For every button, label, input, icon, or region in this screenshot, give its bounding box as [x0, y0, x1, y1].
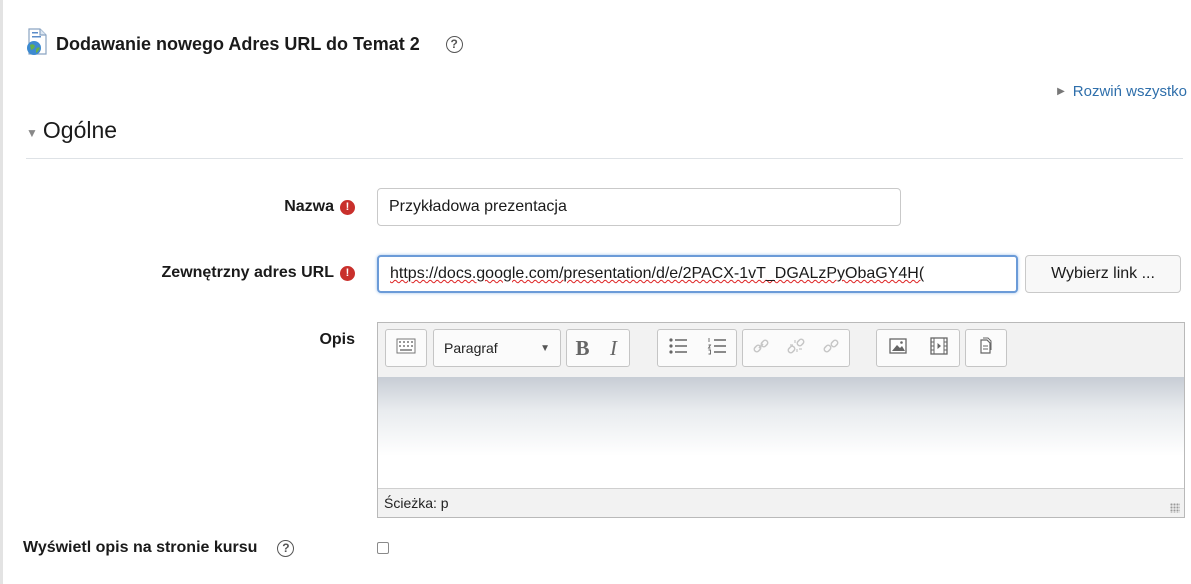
editor-toolbar: Paragraf ▼ B I: [378, 323, 1184, 378]
keyboard-icon: [396, 337, 416, 360]
bullet-list-icon: [668, 337, 688, 360]
url-input[interactable]: https://docs.google.com/presentation/d/e…: [377, 255, 1018, 293]
description-label-text: Opis: [319, 331, 355, 348]
anchor-link-icon: [822, 337, 840, 360]
toolbar-group-links: [742, 329, 850, 367]
bold-icon: B: [575, 335, 590, 360]
numbered-list-icon: [707, 337, 727, 360]
caret-down-icon: ▼: [26, 125, 38, 140]
name-input[interactable]: [377, 188, 901, 226]
caret-right-icon: ▶: [1057, 86, 1065, 97]
unlink-button[interactable]: [782, 330, 810, 366]
choose-link-button[interactable]: Wybierz link ...: [1025, 255, 1181, 293]
insert-image-button[interactable]: [884, 330, 912, 366]
media-icon: [929, 336, 948, 360]
anchor-button[interactable]: [817, 330, 845, 366]
name-label: Nazwa !: [284, 198, 355, 216]
section-header[interactable]: ▼ Ogólne: [26, 117, 117, 144]
numbered-list-button[interactable]: [703, 330, 731, 366]
help-icon[interactable]: ?: [445, 35, 463, 53]
description-editor[interactable]: Paragraf ▼ B I Ścieżka: p: [377, 322, 1185, 518]
link-icon: [752, 337, 770, 360]
name-label-text: Nazwa: [284, 198, 334, 215]
required-icon: !: [340, 199, 355, 215]
left-border: [0, 0, 3, 584]
editor-status-bar: Ścieżka: p: [378, 488, 1184, 517]
toolbar-group-manage: [965, 329, 1007, 367]
url-resource-icon: [26, 27, 48, 61]
help-icon[interactable]: ?: [277, 539, 295, 557]
show-description-label: Wyświetl opis na stronie kursu ?: [23, 539, 295, 557]
resize-handle-icon[interactable]: [1170, 503, 1180, 513]
page-heading: Dodawanie nowego Adres URL do Temat 2: [56, 33, 420, 54]
expand-all-link[interactable]: ▶ Rozwiń wszystko: [1057, 83, 1187, 100]
editor-path: Ścieżka: p: [384, 495, 449, 511]
paragraph-select-value: Paragraf: [444, 340, 498, 356]
section-title: Ogólne: [42, 117, 118, 143]
italic-button[interactable]: I: [600, 330, 628, 366]
url-label-text: Zewnętrzny adres URL: [161, 264, 334, 281]
manage-files-icon: [977, 337, 995, 360]
paragraph-select[interactable]: Paragraf ▼: [433, 329, 561, 367]
manage-files-button[interactable]: [972, 330, 1000, 366]
url-label: Zewnętrzny adres URL !: [162, 264, 355, 282]
toolbar-group-lists: [657, 329, 737, 367]
editor-content-area[interactable]: [378, 377, 1184, 490]
show-description-label-text: Wyświetl opis na stronie kursu: [23, 539, 258, 556]
link-button[interactable]: [747, 330, 775, 366]
toolbar-group-format: B I: [566, 329, 630, 367]
toolbar-group-toggle: [385, 329, 427, 367]
bold-button[interactable]: B: [569, 330, 597, 366]
description-label: Opis: [319, 331, 355, 349]
required-icon: !: [340, 265, 355, 281]
bullet-list-button[interactable]: [664, 330, 692, 366]
toolbar-toggle-button[interactable]: [386, 330, 426, 366]
image-icon: [888, 337, 907, 359]
insert-media-button[interactable]: [925, 330, 953, 366]
toolbar-group-media: [876, 329, 960, 367]
page-title: Dodawanie nowego Adres URL do Temat 2 ?: [26, 27, 463, 61]
url-input-value: https://docs.google.com/presentation/d/e…: [390, 265, 925, 282]
unlink-icon: [787, 337, 805, 360]
italic-icon: I: [610, 335, 617, 360]
dropdown-arrow-icon: ▼: [540, 342, 550, 354]
section-divider: [26, 158, 1183, 159]
show-description-checkbox[interactable]: [377, 542, 389, 554]
expand-all-label: Rozwiń wszystko: [1072, 83, 1187, 100]
